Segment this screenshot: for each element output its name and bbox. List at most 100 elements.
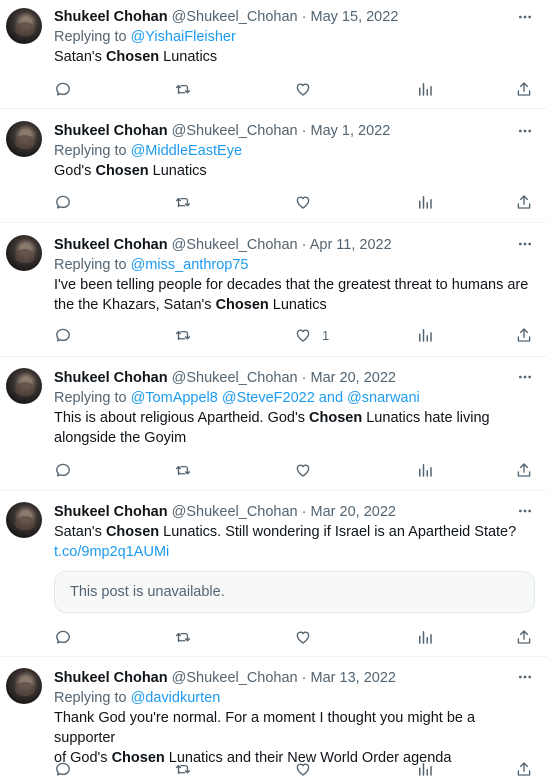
reply-icon — [54, 628, 72, 646]
views-button[interactable] — [416, 79, 434, 99]
tweet-actions — [54, 759, 535, 777]
share-button[interactable] — [515, 460, 533, 480]
views-button[interactable] — [416, 460, 434, 480]
reply-button[interactable] — [54, 325, 72, 345]
separator: · — [297, 123, 311, 139]
author-handle[interactable]: @Shukeel_Chohan — [172, 9, 298, 25]
text-part: Lunatics hate living — [362, 410, 490, 426]
author-name[interactable]: Shukeel Chohan — [54, 370, 168, 386]
separator: · — [297, 370, 311, 386]
text-part: God's — [54, 163, 96, 179]
tweet-link[interactable]: t.co/9mp2q1AUMi — [54, 542, 533, 562]
tweet[interactable]: Shukeel Chohan @Shukeel_Chohan · May 15,… — [0, 0, 547, 109]
tweet-date[interactable]: May 1, 2022 — [311, 123, 391, 139]
tweet-date[interactable]: Mar 20, 2022 — [311, 370, 396, 386]
text-part: Lunatics. Still wondering if Israel is a… — [159, 524, 517, 540]
replying-to-link[interactable]: @davidkurten — [131, 690, 221, 706]
views-button[interactable] — [416, 325, 434, 345]
retweet-button[interactable] — [174, 627, 192, 647]
like-button[interactable] — [294, 79, 322, 99]
like-button[interactable]: 1 — [294, 325, 329, 345]
tweet[interactable]: Shukeel Chohan @Shukeel_Chohan · Mar 20,… — [0, 491, 547, 657]
unavailable-post-card[interactable]: This post is unavailable. — [54, 571, 535, 613]
author-name[interactable]: Shukeel Chohan — [54, 504, 168, 520]
tweet[interactable]: Shukeel Chohan @Shukeel_Chohan · Mar 13,… — [0, 657, 547, 777]
like-icon — [294, 760, 312, 777]
retweet-button[interactable] — [174, 759, 192, 777]
replying-to-link[interactable]: @miss_anthrop75 — [131, 257, 249, 273]
reply-button[interactable] — [54, 192, 72, 212]
replying-to: Replying to @MiddleEastEye — [54, 141, 533, 161]
share-icon — [515, 461, 533, 479]
tweet-text: This is about religious Apartheid. God's… — [54, 408, 533, 448]
avatar[interactable] — [6, 668, 42, 704]
avatar[interactable] — [6, 121, 42, 157]
share-button[interactable] — [515, 759, 533, 777]
tweet[interactable]: Shukeel Chohan @Shukeel_Chohan · May 1, … — [0, 109, 547, 223]
reply-button[interactable] — [54, 759, 72, 777]
author-handle[interactable]: @Shukeel_Chohan — [172, 670, 298, 686]
tweet[interactable]: Shukeel Chohan @Shukeel_Chohan · Apr 11,… — [0, 223, 547, 357]
text-bold: Chosen — [105, 524, 160, 540]
tweet-header: Shukeel Chohan @Shukeel_Chohan · Mar 20,… — [54, 368, 533, 388]
avatar[interactable] — [6, 235, 42, 271]
replying-to: Replying to @YishaiFleisher — [54, 27, 533, 47]
retweet-button[interactable] — [174, 460, 192, 480]
reply-icon — [54, 80, 72, 98]
tweet[interactable]: Shukeel Chohan @Shukeel_Chohan · Mar 20,… — [0, 357, 547, 491]
reply-button[interactable] — [54, 460, 72, 480]
share-button[interactable] — [515, 79, 533, 99]
reply-button[interactable] — [54, 627, 72, 647]
views-icon — [416, 760, 434, 777]
author-name[interactable]: Shukeel Chohan — [54, 670, 168, 686]
timeline: Shukeel Chohan @Shukeel_Chohan · May 15,… — [0, 0, 547, 777]
text-bold: Chosen — [215, 297, 269, 313]
author-name[interactable]: Shukeel Chohan — [54, 123, 168, 139]
text-bold: Chosen — [309, 410, 363, 426]
retweet-icon — [174, 461, 192, 479]
share-button[interactable] — [515, 627, 533, 647]
views-button[interactable] — [416, 627, 434, 647]
avatar[interactable] — [6, 368, 42, 404]
tweet-text: Satan's Chosen Lunatics — [54, 47, 533, 67]
retweet-icon — [174, 193, 192, 211]
tweet-date[interactable]: Mar 20, 2022 — [311, 504, 396, 520]
author-name[interactable]: Shukeel Chohan — [54, 237, 168, 253]
author-handle[interactable]: @Shukeel_Chohan — [172, 123, 298, 139]
retweet-button[interactable] — [174, 325, 192, 345]
unavailable-text: This post is unavailable. — [70, 584, 225, 600]
share-icon — [515, 760, 533, 777]
like-button[interactable] — [294, 627, 322, 647]
text-part: Lunatics — [148, 163, 207, 179]
tweet-date[interactable]: Mar 13, 2022 — [311, 670, 396, 686]
share-button[interactable] — [515, 192, 533, 212]
like-button[interactable] — [294, 192, 322, 212]
like-count: 1 — [322, 327, 330, 343]
like-button[interactable] — [294, 759, 322, 777]
views-button[interactable] — [416, 759, 434, 777]
reply-button[interactable] — [54, 79, 72, 99]
text-part: Satan's — [54, 524, 106, 540]
tweet-date[interactable]: Apr 11, 2022 — [310, 237, 392, 253]
views-button[interactable] — [416, 192, 434, 212]
author-handle[interactable]: @Shukeel_Chohan — [172, 237, 298, 253]
replying-to-link[interactable]: @TomAppel8 @SteveF2022 and @snarwani — [131, 390, 420, 406]
reply-icon — [54, 326, 72, 344]
replying-to-link[interactable]: @MiddleEastEye — [131, 143, 242, 159]
avatar[interactable] — [6, 8, 42, 44]
replying-prefix: Replying to — [54, 29, 131, 45]
retweet-button[interactable] — [174, 79, 192, 99]
author-name[interactable]: Shukeel Chohan — [54, 9, 168, 25]
retweet-button[interactable] — [174, 192, 192, 212]
share-button[interactable] — [515, 325, 533, 345]
replying-to-link[interactable]: @YishaiFleisher — [131, 29, 236, 45]
views-icon — [416, 80, 434, 98]
tweet-date[interactable]: May 15, 2022 — [311, 9, 399, 25]
share-icon — [515, 628, 533, 646]
author-handle[interactable]: @Shukeel_Chohan — [172, 504, 298, 520]
replying-prefix: Replying to — [54, 143, 131, 159]
avatar[interactable] — [6, 502, 42, 538]
text-line: I've been telling people for decades tha… — [54, 277, 529, 293]
like-button[interactable] — [294, 460, 322, 480]
author-handle[interactable]: @Shukeel_Chohan — [172, 370, 298, 386]
